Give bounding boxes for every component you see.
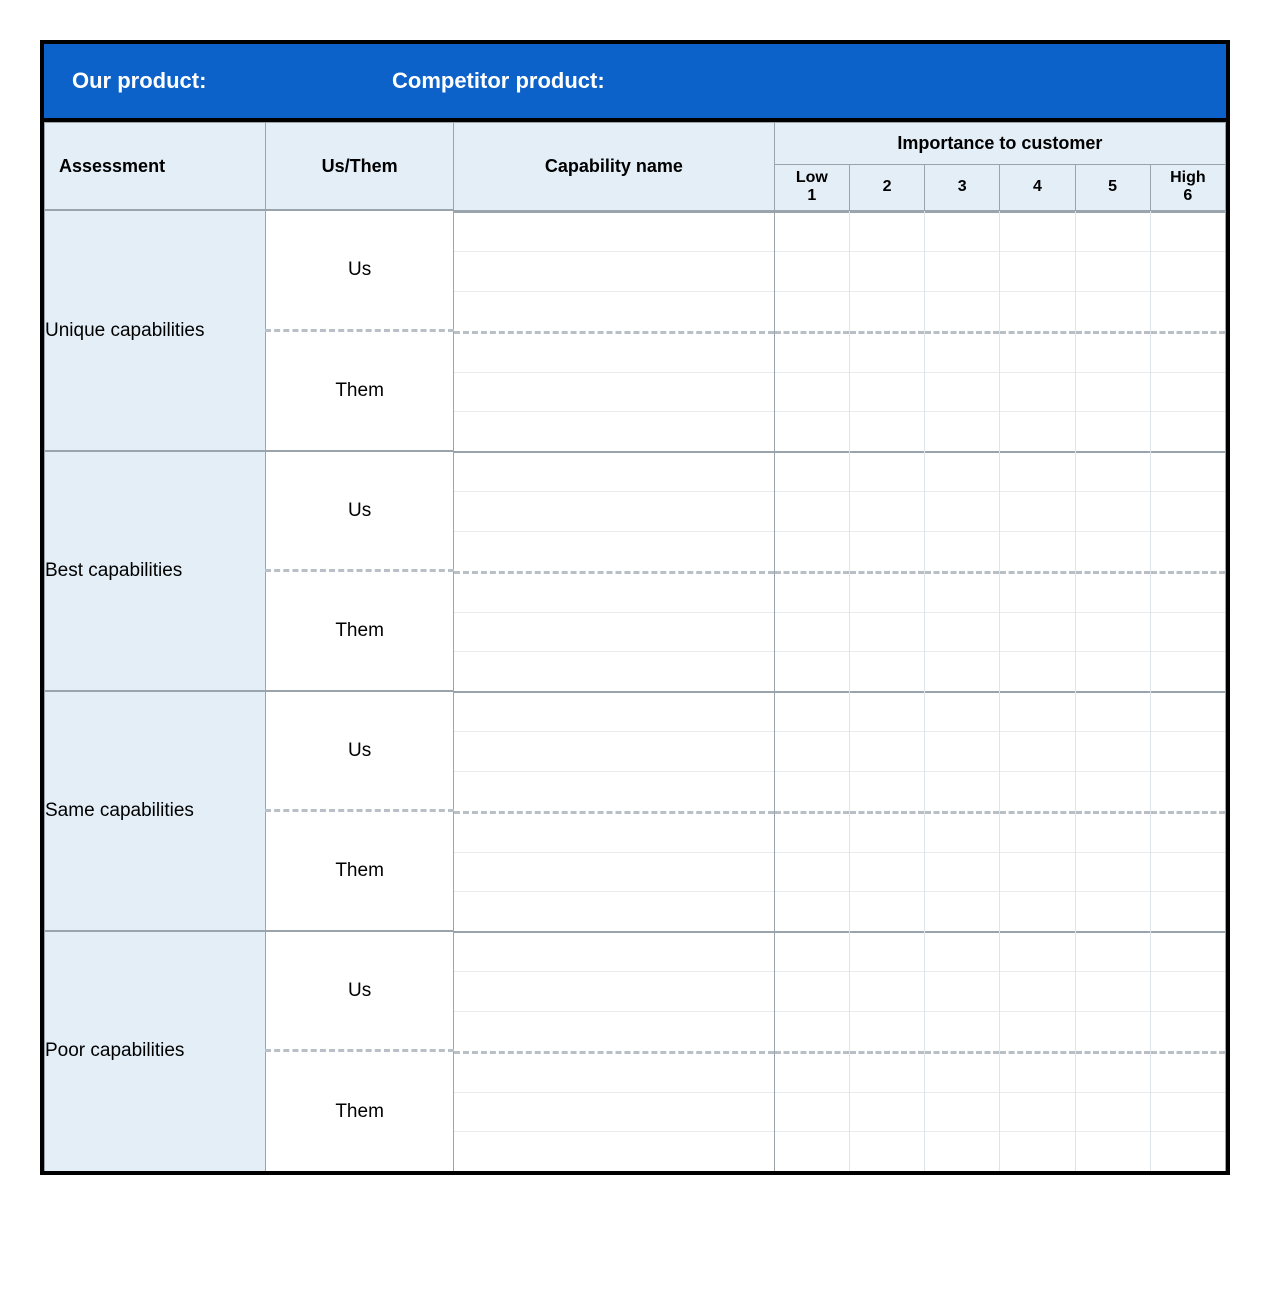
comparison-table: Assessment Us/Them Capability name Impor…	[44, 122, 1226, 1171]
importance-cell[interactable]	[850, 331, 924, 451]
importance-cell[interactable]	[1000, 1051, 1074, 1171]
importance-cell[interactable]	[850, 451, 924, 571]
importance-cell[interactable]	[1076, 211, 1150, 331]
capability-cell[interactable]	[454, 451, 774, 571]
importance-cell[interactable]	[850, 571, 924, 691]
importance-cell[interactable]	[775, 1051, 849, 1171]
competitor-product-label: Competitor product:	[392, 68, 1198, 94]
importance-cell[interactable]	[1076, 451, 1150, 571]
header-capability: Capability name	[454, 123, 775, 211]
importance-cell[interactable]	[775, 571, 849, 691]
capability-cell[interactable]	[454, 1051, 774, 1171]
assessment-label: Poor capabilities	[45, 931, 266, 1171]
importance-cell[interactable]	[1076, 1051, 1150, 1171]
assessment-label: Best capabilities	[45, 451, 266, 691]
importance-cell[interactable]	[925, 811, 999, 931]
header-scale-4: 4	[1000, 165, 1075, 211]
importance-cell[interactable]	[1151, 451, 1225, 571]
importance-cell[interactable]	[1076, 931, 1150, 1051]
importance-cell[interactable]	[850, 811, 924, 931]
header-us-them: Us/Them	[266, 123, 454, 211]
importance-cell[interactable]	[1000, 211, 1074, 331]
our-product-label: Our product:	[72, 68, 392, 94]
importance-cell[interactable]	[1076, 331, 1150, 451]
importance-cell[interactable]	[1151, 811, 1225, 931]
importance-cell[interactable]	[775, 211, 849, 331]
party-them: Them	[266, 331, 454, 451]
party-us: Us	[266, 931, 454, 1051]
importance-cell[interactable]	[1000, 451, 1074, 571]
importance-cell[interactable]	[1151, 931, 1225, 1051]
party-them: Them	[266, 811, 454, 931]
importance-cell[interactable]	[775, 691, 849, 811]
importance-cell[interactable]	[1076, 811, 1150, 931]
importance-cell[interactable]	[1151, 331, 1225, 451]
capability-cell[interactable]	[454, 331, 774, 451]
party-them: Them	[266, 571, 454, 691]
importance-cell[interactable]	[850, 1051, 924, 1171]
importance-cell[interactable]	[850, 211, 924, 331]
importance-cell[interactable]	[1000, 331, 1074, 451]
assessment-label: Unique capabilities	[45, 210, 266, 451]
importance-cell[interactable]	[1000, 931, 1074, 1051]
capability-cell[interactable]	[454, 691, 774, 811]
importance-cell[interactable]	[1151, 571, 1225, 691]
importance-cell[interactable]	[925, 571, 999, 691]
header-scale-2: 2	[849, 165, 924, 211]
importance-cell[interactable]	[925, 931, 999, 1051]
importance-cell[interactable]	[775, 811, 849, 931]
importance-cell[interactable]	[1000, 571, 1074, 691]
header-scale-1: Low1	[774, 165, 849, 211]
header-assessment: Assessment	[45, 123, 266, 211]
importance-cell[interactable]	[775, 451, 849, 571]
capability-cell[interactable]	[454, 811, 774, 931]
importance-cell[interactable]	[1076, 691, 1150, 811]
banner: Our product: Competitor product:	[44, 44, 1226, 122]
party-them: Them	[266, 1051, 454, 1171]
importance-cell[interactable]	[1000, 691, 1074, 811]
importance-cell[interactable]	[925, 211, 999, 331]
importance-cell[interactable]	[925, 451, 999, 571]
importance-cell[interactable]	[1000, 811, 1074, 931]
importance-cell[interactable]	[1151, 691, 1225, 811]
comparison-sheet: Our product: Competitor product: Assessm…	[40, 40, 1230, 1175]
party-us: Us	[266, 691, 454, 811]
importance-cell[interactable]	[775, 331, 849, 451]
importance-cell[interactable]	[1151, 1051, 1225, 1171]
header-scale-5: 5	[1075, 165, 1150, 211]
importance-cell[interactable]	[925, 1051, 999, 1171]
assessment-label: Same capabilities	[45, 691, 266, 931]
header-scale-6: High6	[1150, 165, 1225, 211]
importance-cell[interactable]	[1151, 211, 1225, 331]
header-importance: Importance to customer	[774, 123, 1225, 165]
party-us: Us	[266, 451, 454, 571]
capability-cell[interactable]	[454, 931, 774, 1051]
importance-cell[interactable]	[775, 931, 849, 1051]
importance-cell[interactable]	[925, 691, 999, 811]
header-scale-3: 3	[925, 165, 1000, 211]
importance-cell[interactable]	[850, 691, 924, 811]
capability-cell[interactable]	[454, 571, 774, 691]
party-us: Us	[266, 210, 454, 331]
capability-cell[interactable]	[454, 211, 774, 331]
importance-cell[interactable]	[1076, 571, 1150, 691]
importance-cell[interactable]	[925, 331, 999, 451]
importance-cell[interactable]	[850, 931, 924, 1051]
